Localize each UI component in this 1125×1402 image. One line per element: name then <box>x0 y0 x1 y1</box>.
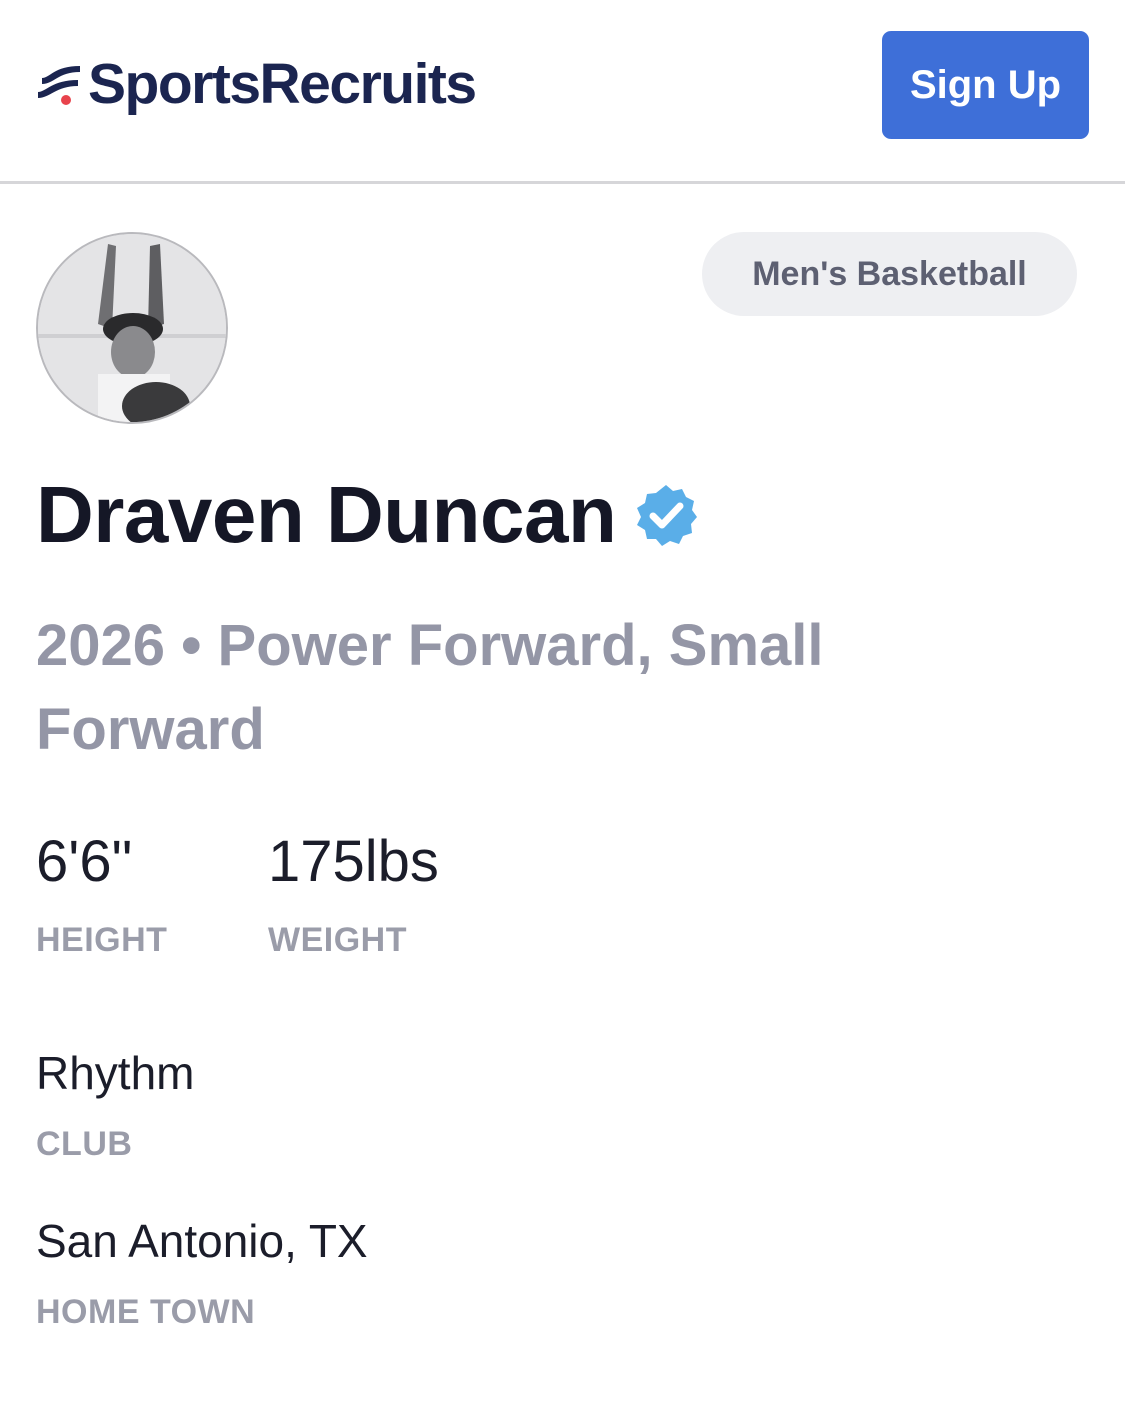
hometown-label: HOME TOWN <box>36 1293 256 1331</box>
logo-mark-icon <box>38 66 80 105</box>
player-photo <box>38 234 226 422</box>
sport-badge: Men's Basketball <box>702 232 1077 316</box>
height-value: 6'6" <box>36 829 133 894</box>
height-label: HEIGHT <box>36 921 168 959</box>
athlete-name: Draven Duncan <box>36 470 617 559</box>
sign-up-button[interactable]: Sign Up <box>882 31 1089 139</box>
brand-name: SportsRecruits <box>88 52 477 116</box>
hometown-value: San Antonio, TX <box>36 1215 368 1267</box>
class-year-positions: 2026 • Power Forward, Small Forward <box>36 613 824 762</box>
verified-badge-icon <box>637 485 698 546</box>
weight-value: 175lbs <box>268 829 439 894</box>
avatar[interactable] <box>36 232 228 424</box>
top-header: SportsRecruits Sign Up <box>0 0 1125 184</box>
club-value: Rhythm <box>36 1047 195 1099</box>
weight-label: WEIGHT <box>268 921 407 959</box>
name-row: Draven Duncan <box>36 470 698 560</box>
sportsrecruits-logo[interactable]: SportsRecruits <box>36 52 477 116</box>
club-label: CLUB <box>36 1125 133 1163</box>
